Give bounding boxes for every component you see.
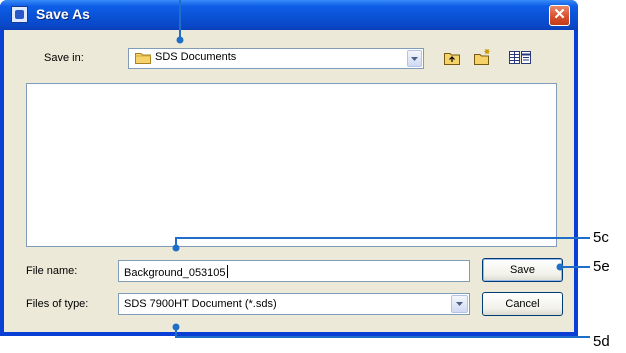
callout-line-5d (175, 327, 590, 338)
callout-dot-5d (172, 323, 180, 331)
annotation-5c: 5c (593, 229, 609, 246)
annotation-5e: 5e (593, 258, 610, 275)
callout-line-5c (175, 237, 590, 248)
annotation-5d: 5d (593, 333, 610, 350)
callout-dot-5c (172, 244, 180, 252)
callout-dot-5e (556, 263, 564, 271)
callout-lines (172, 0, 590, 338)
callout-dot-save-in (176, 36, 184, 44)
